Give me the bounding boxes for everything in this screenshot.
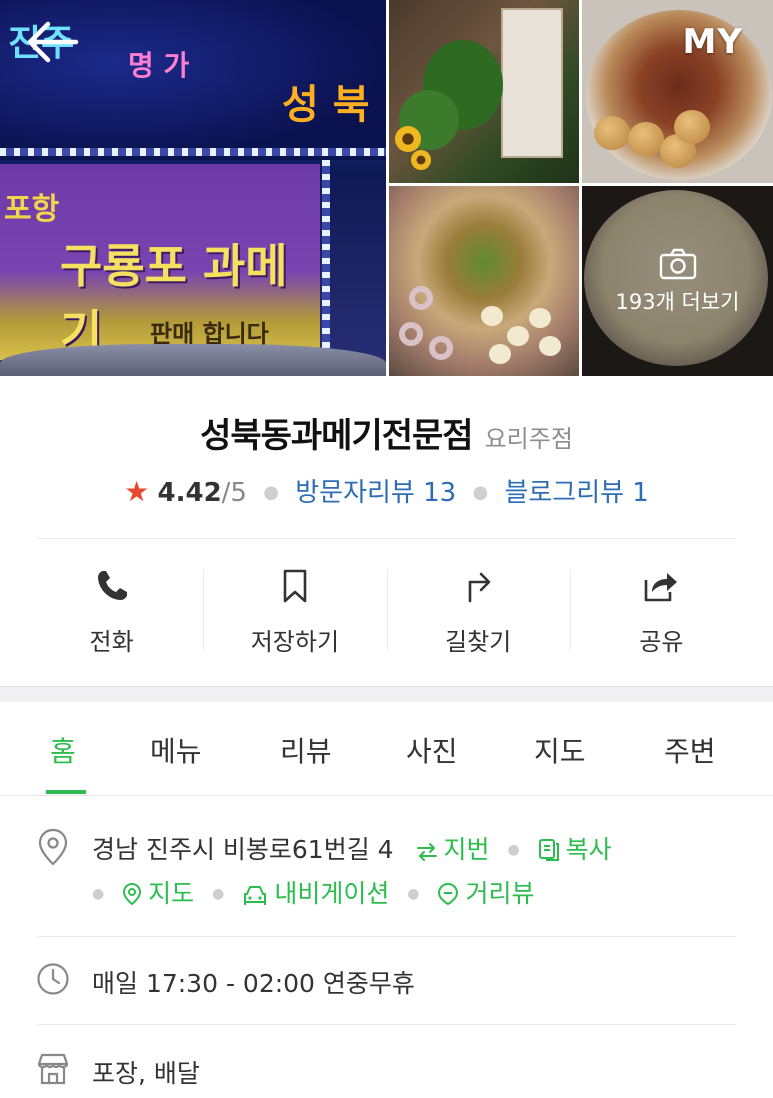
address-line: 경남 진주시 비봉로61번길 4 지번 ● 복사 (92, 830, 612, 866)
call-button[interactable]: 전화 (20, 560, 203, 660)
food-item (429, 336, 453, 360)
storefront-banner: 포항 구룡포 과메기 판매 합니다 (0, 164, 320, 360)
separator-dot: ● (507, 842, 520, 858)
separator-dot: ● (407, 886, 420, 902)
rating-row: ★ 4.42/5 ● 방문자리뷰 13 ● 블로그리뷰 1 (0, 472, 773, 509)
share-button[interactable]: 공유 (569, 560, 753, 660)
clock-icon (37, 963, 69, 995)
photo-more[interactable]: 193개 더보기 (582, 186, 773, 376)
more-photos-button[interactable]: 193개 더보기 (582, 248, 773, 316)
copy-label: 복사 (565, 835, 612, 864)
tab-bar: 홈 메뉴 리뷰 사진 지도 주변 (0, 702, 773, 796)
separator-dot: ● (263, 482, 279, 503)
led-strip (322, 160, 330, 360)
food-item (489, 344, 511, 364)
wall-poster (501, 8, 563, 158)
tab-home[interactable]: 홈 (50, 730, 76, 770)
car-roof (0, 344, 386, 376)
visitor-reviews-link[interactable]: 방문자리뷰 13 (295, 478, 456, 508)
more-photos-label: 193개 더보기 (615, 290, 740, 314)
food-item (399, 322, 423, 346)
copy-button[interactable]: 복사 (538, 835, 612, 864)
save-label: 저장하기 (250, 628, 340, 656)
map-label: 지도 (148, 879, 195, 908)
rating-score: 4.42 (157, 478, 222, 508)
location-pin-icon (38, 828, 68, 866)
phone-icon (97, 571, 127, 600)
jibun-button[interactable]: 지번 (416, 835, 490, 864)
map-link[interactable]: 지도 (122, 879, 194, 908)
blog-reviews-link[interactable]: 블로그리뷰 1 (504, 478, 648, 508)
business-hours: 매일 17:30 - 02:00 연중무휴 (92, 969, 415, 998)
address-links: ● 지도 ● 내비게이션 ● 거리뷰 (92, 874, 534, 910)
car-icon (244, 886, 267, 905)
swap-icon (416, 843, 437, 861)
divider (38, 936, 735, 937)
back-button[interactable] (22, 18, 80, 66)
directions-label: 길찾기 (445, 628, 512, 656)
street-view-label: 거리뷰 (465, 879, 535, 908)
place-name: 성북동과메기전문점 (200, 416, 474, 456)
food-item (529, 308, 551, 328)
navigation-label: 내비게이션 (274, 879, 390, 908)
street-view-icon (438, 882, 459, 906)
action-bar: 전화 저장하기 길찾기 공유 (20, 560, 753, 660)
led-strip (0, 148, 386, 156)
photo-grid[interactable]: 진주 명 가 성 북 포항 구룡포 과메기 판매 합니다 193개 더보기 MY (0, 0, 773, 376)
call-label: 전화 (89, 628, 134, 656)
store-icon (37, 1053, 69, 1085)
back-arrow-icon (27, 21, 79, 63)
section-gap (0, 686, 773, 702)
bookmark-icon (283, 569, 307, 603)
jibun-label: 지번 (443, 835, 490, 864)
food-item (409, 286, 433, 310)
tab-menu[interactable]: 메뉴 (150, 730, 202, 770)
directions-icon (468, 572, 491, 603)
separator-dot: ● (472, 482, 489, 503)
address-text: 경남 진주시 비봉로61번길 4 (92, 835, 394, 864)
separator-dot: ● (212, 886, 225, 902)
place-header: 성북동과메기전문점 요리주점 (0, 408, 773, 457)
navigation-link[interactable]: 내비게이션 (242, 879, 389, 908)
divider (38, 1024, 735, 1025)
food-item (628, 122, 664, 156)
active-tab-indicator (46, 790, 86, 794)
sunflower (395, 126, 421, 152)
share-icon (645, 573, 678, 602)
service-options: 포장, 배달 (92, 1059, 200, 1088)
food-item (539, 336, 561, 356)
rating-max: /5 (221, 478, 247, 508)
map-pin-icon (123, 882, 142, 906)
separator-dot: ● (92, 886, 105, 902)
divider (38, 538, 735, 539)
photo-interior[interactable] (389, 0, 579, 183)
food-item (481, 306, 503, 326)
street-view-link[interactable]: 거리뷰 (437, 879, 534, 908)
star-icon: ★ (124, 475, 150, 508)
food-item (674, 110, 710, 144)
tab-map[interactable]: 지도 (534, 730, 586, 770)
tab-nearby[interactable]: 주변 (664, 730, 716, 770)
share-label: 공유 (639, 628, 684, 656)
food-item (594, 116, 630, 150)
photo-dish-seafood[interactable] (389, 186, 579, 376)
copy-icon (538, 839, 559, 861)
camera-icon (659, 248, 696, 280)
save-button[interactable]: 저장하기 (203, 560, 386, 660)
sunflower (411, 150, 431, 170)
tab-photos[interactable]: 사진 (406, 730, 458, 770)
my-button[interactable]: MY (683, 22, 743, 62)
food-item (507, 326, 529, 346)
tab-reviews[interactable]: 리뷰 (280, 730, 332, 770)
photo-dish-noodles[interactable] (582, 0, 773, 183)
directions-button[interactable]: 길찾기 (386, 560, 570, 660)
place-category: 요리주점 (484, 425, 573, 453)
